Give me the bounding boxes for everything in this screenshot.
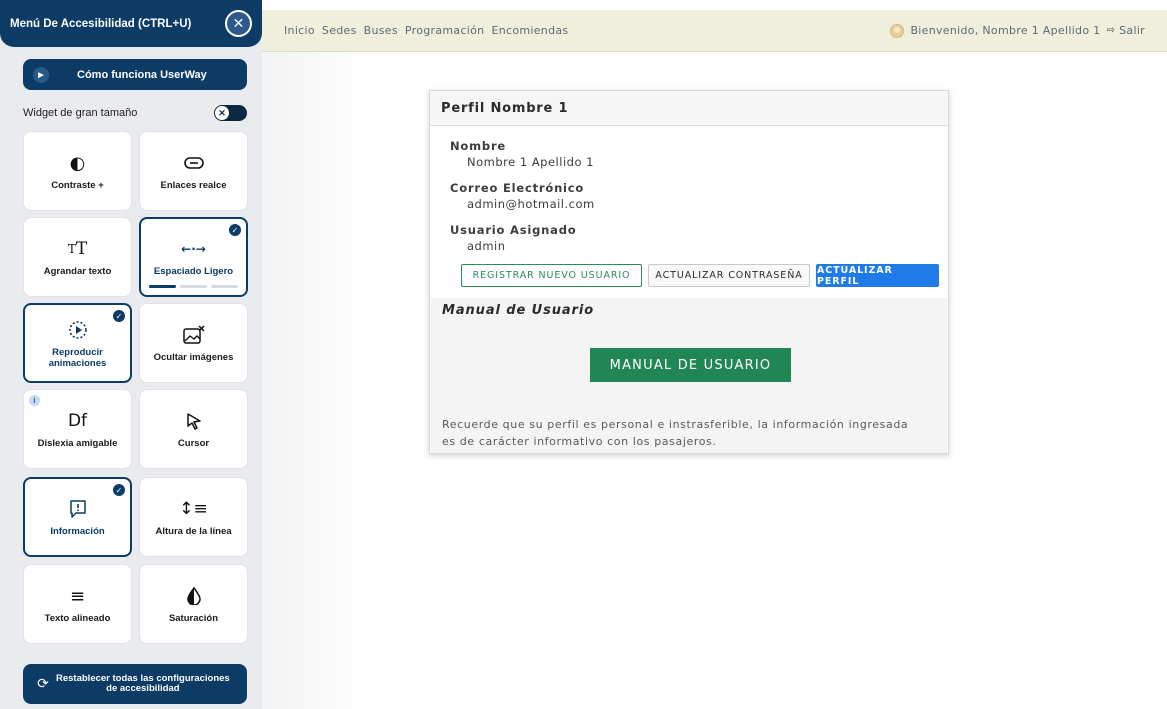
logout-icon: ⇨	[1106, 25, 1116, 36]
how-it-works-label: Cómo funciona UserWay	[77, 68, 207, 81]
cursor-icon	[185, 409, 203, 433]
play-icon: ▶	[33, 66, 49, 83]
email-label: Correo Electrónico	[450, 181, 585, 195]
welcome-text: Bienvenido, Nombre 1 Apellido 1	[910, 24, 1101, 37]
user-manual-button[interactable]: MANUAL DE USUARIO	[590, 348, 791, 382]
big-widget-row: Widget de gran tamaño ✕	[23, 103, 247, 123]
reset-settings-button[interactable]: ⟳ Restablecer todas las configuraciones …	[23, 664, 247, 704]
contrast-icon: ◐	[69, 152, 86, 174]
accessibility-title: Menú De Accesibilidad (CTRL+U)	[10, 17, 192, 30]
panel-shadow	[262, 52, 372, 709]
accessibility-panel: Menú De Accesibilidad (CTRL+U) ✕ ▶ Cómo …	[0, 0, 262, 709]
tile-label: Contraste +	[51, 180, 104, 191]
tile-label: Información	[50, 526, 105, 537]
nav-link-encomiendas[interactable]: Encomiendas	[491, 24, 568, 37]
info-icon: i	[29, 395, 40, 406]
tile-text-align[interactable]: ≡ Texto alineado	[23, 564, 132, 644]
username-label: Usuario Asignado	[450, 223, 577, 237]
avatar	[890, 23, 905, 38]
update-profile-button[interactable]: ACTUALIZAR PERFIL	[816, 264, 939, 287]
close-icon[interactable]: ✕	[225, 10, 252, 37]
manual-section: Manual de Usuario MANUAL DE USUARIO Recu…	[431, 298, 947, 453]
check-icon: ✓	[113, 310, 125, 322]
tile-bigger-text[interactable]: TT Agrandar texto	[23, 217, 132, 297]
tile-label: Cursor	[177, 438, 210, 449]
name-value: Nombre 1 Apellido 1	[467, 155, 594, 169]
refresh-icon: ⟳	[37, 676, 49, 692]
tile-saturation[interactable]: Saturación	[139, 564, 248, 644]
profile-body: Nombre Nombre 1 Apellido 1 Correo Electr…	[430, 126, 948, 287]
accessibility-header: Menú De Accesibilidad (CTRL+U) ✕	[0, 0, 262, 47]
update-password-button[interactable]: ACTUALIZAR CONTRASEÑA	[648, 264, 810, 287]
info-tooltip-icon	[68, 497, 88, 521]
reset-settings-label: Restablecer todas las configuraciones de…	[56, 673, 230, 694]
nav-link-sedes[interactable]: Sedes	[322, 24, 357, 37]
tile-label: Agrandar texto	[43, 266, 112, 277]
logout-link[interactable]: ⇨ Salir	[1106, 24, 1145, 37]
line-height-icon: ↕≡	[179, 499, 208, 519]
text-size-icon: TT	[67, 239, 88, 259]
tile-label: Ocultar imágenes	[153, 352, 234, 363]
profile-actions: REGISTRAR NUEVO USUARIO ACTUALIZAR CONTR…	[461, 264, 948, 287]
big-widget-toggle[interactable]: ✕	[214, 105, 247, 121]
top-navbar: Inicio Sedes Buses Programación Encomien…	[262, 10, 1167, 52]
manual-title: Manual de Usuario	[442, 303, 595, 318]
tile-label: Enlaces realce	[160, 180, 227, 191]
tile-label: Saturación	[168, 613, 219, 624]
nav-link-buses[interactable]: Buses	[364, 24, 398, 37]
tile-play-animations[interactable]: ✓ Reproducir animaciones	[23, 303, 132, 383]
tile-label: Reproducir animaciones	[48, 346, 107, 369]
username-value: admin	[467, 239, 506, 253]
tile-cursor[interactable]: Cursor	[139, 389, 248, 469]
name-label: Nombre	[450, 139, 507, 153]
spacing-level-indicator	[149, 285, 238, 288]
tile-label: Dislexia amigable	[37, 438, 118, 449]
animation-play-icon	[67, 318, 89, 342]
toggle-off-icon: ✕	[215, 106, 229, 120]
tile-label: Texto alineado	[44, 613, 111, 624]
profile-title: Perfil Nombre 1	[430, 91, 948, 126]
tile-label: Altura de la línea	[155, 526, 232, 537]
tile-dyslexia[interactable]: i Df Dislexia amigable	[23, 389, 132, 469]
spacing-step-2	[180, 285, 207, 288]
dyslexia-font-icon: Df	[67, 411, 88, 431]
email-value: admin@hotmail.com	[467, 197, 595, 211]
spacing-step-1	[149, 285, 176, 288]
nav-links: Inicio Sedes Buses Programación Encomien…	[284, 24, 568, 37]
tile-contrast[interactable]: ◐ Contraste +	[23, 131, 132, 211]
profile-notice: Recuerde que su perfil es personal e ins…	[442, 418, 909, 448]
spacing-step-3	[211, 285, 238, 288]
tile-text-spacing[interactable]: ✓ ←·→ Espaciado Ligero	[139, 217, 248, 297]
tile-label: Espaciado Ligero	[153, 266, 234, 277]
tile-information[interactable]: ✓ Información	[23, 477, 132, 557]
user-area: Bienvenido, Nombre 1 Apellido 1 ⇨ Salir	[890, 23, 1145, 38]
hide-image-icon	[182, 323, 205, 347]
text-align-icon: ≡	[69, 585, 86, 607]
tile-line-height[interactable]: ↕≡ Altura de la línea	[139, 477, 248, 557]
logout-label: Salir	[1119, 24, 1145, 37]
check-icon: ✓	[113, 484, 125, 496]
nav-link-programacion[interactable]: Programación	[405, 24, 485, 37]
tile-hide-images[interactable]: Ocultar imágenes	[139, 303, 248, 383]
big-widget-label: Widget de gran tamaño	[23, 107, 138, 119]
spacing-icon: ←·→	[181, 242, 206, 256]
saturation-drop-icon	[186, 584, 201, 608]
profile-card: Perfil Nombre 1 Nombre Nombre 1 Apellido…	[429, 90, 949, 454]
link-icon	[183, 151, 204, 175]
tile-highlight-links[interactable]: Enlaces realce	[139, 131, 248, 211]
how-it-works-button[interactable]: ▶ Cómo funciona UserWay	[23, 59, 247, 90]
register-user-button[interactable]: REGISTRAR NUEVO USUARIO	[461, 264, 642, 287]
nav-link-inicio[interactable]: Inicio	[284, 24, 315, 37]
check-icon: ✓	[229, 224, 241, 236]
